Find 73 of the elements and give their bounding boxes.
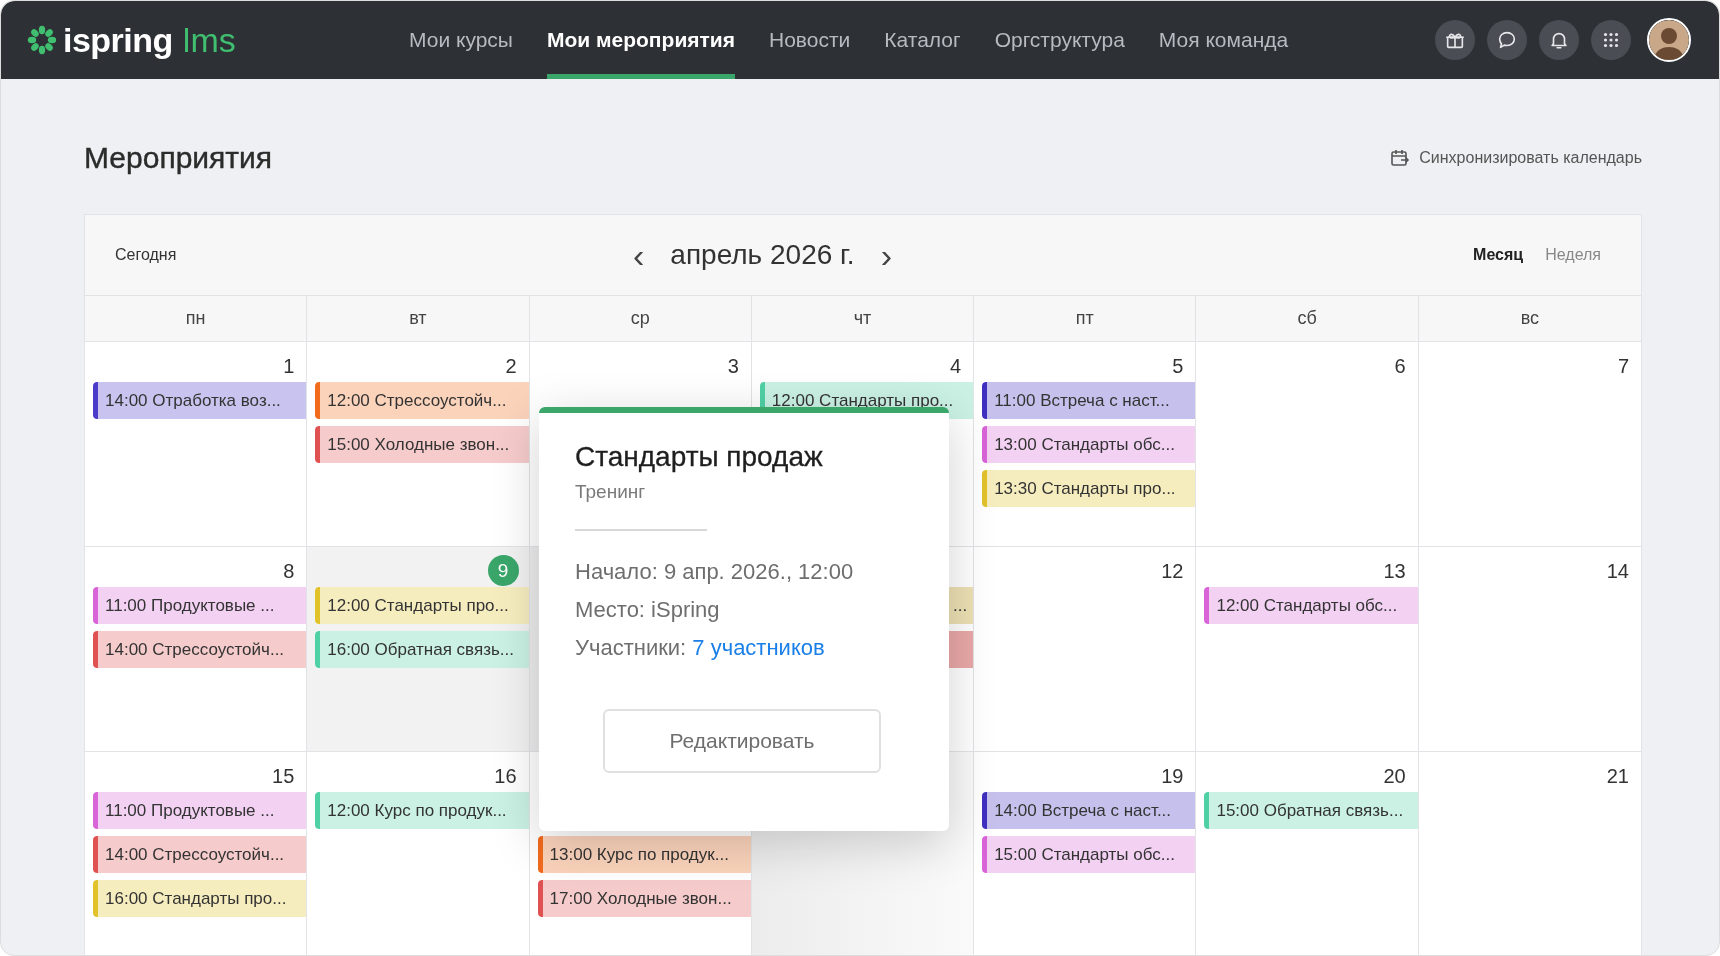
nav-link[interactable]: Мои курсы bbox=[409, 1, 513, 79]
event-chip[interactable]: 12:00 Стандарты про... bbox=[315, 587, 529, 624]
event-chip[interactable]: 15:00 Обратная связь... bbox=[1204, 792, 1418, 829]
month-title: апрель 2026 г. bbox=[670, 239, 855, 271]
event-chip[interactable]: 11:00 Продуктовые ... bbox=[93, 792, 307, 829]
event-chip[interactable]: 13:30 Стандарты про... bbox=[982, 470, 1196, 507]
event-chip[interactable]: 15:00 Холодные звон... bbox=[315, 426, 529, 463]
chat-icon[interactable] bbox=[1487, 20, 1527, 60]
edit-button[interactable]: Редактировать bbox=[603, 709, 881, 773]
weekday-header: пт bbox=[974, 296, 1197, 342]
day-number: 2 bbox=[505, 354, 517, 379]
event-chip[interactable]: 16:00 Обратная связь... bbox=[315, 631, 529, 668]
day-number: 16 bbox=[494, 764, 517, 789]
event-chip[interactable]: 12:00 Стрессоустойч... bbox=[315, 382, 529, 419]
day-number: 8 bbox=[283, 559, 295, 584]
event-chip[interactable]: 14:00 Стрессоустойч... bbox=[93, 836, 307, 873]
apps-icon[interactable] bbox=[1591, 20, 1631, 60]
day-number: 21 bbox=[1606, 764, 1629, 789]
nav-link[interactable]: Каталог bbox=[884, 1, 961, 79]
event-chip[interactable]: 14:00 Отработка воз... bbox=[93, 382, 307, 419]
day-number: 7 bbox=[1617, 354, 1629, 379]
event-chip[interactable]: 14:00 Стрессоустойч... bbox=[93, 631, 307, 668]
event-chip[interactable]: 12:00 Стандарты обс... bbox=[1204, 587, 1418, 624]
weekday-header: вт bbox=[307, 296, 530, 342]
weekday-header: ср bbox=[529, 296, 752, 342]
day-number: 15 bbox=[272, 764, 295, 789]
today-button[interactable]: Сегодня bbox=[115, 246, 625, 264]
day-number: 6 bbox=[1394, 354, 1406, 379]
today-date: 9 bbox=[487, 555, 519, 586]
nav-link[interactable]: Оргструктура bbox=[994, 1, 1125, 79]
detail-text: Участники: 7 участников bbox=[575, 635, 825, 660]
day-number: 12 bbox=[1161, 559, 1184, 584]
event-type: Тренинг bbox=[575, 481, 646, 502]
gift-icon[interactable] bbox=[1435, 20, 1475, 60]
event-chip[interactable]: 16:00 Стандарты про... bbox=[93, 880, 307, 917]
day-number: 3 bbox=[727, 354, 739, 379]
weekday-header: сб bbox=[1196, 296, 1419, 342]
event-chip[interactable]: 12:00 Курс по продук... bbox=[315, 792, 529, 829]
calendar-sync-icon bbox=[1390, 147, 1411, 168]
logo-product: lms bbox=[182, 20, 236, 60]
nav-link[interactable]: Новости bbox=[769, 1, 851, 79]
nav-link[interactable]: Моя команда bbox=[1158, 1, 1289, 79]
logo-icon bbox=[27, 25, 57, 55]
event-chip[interactable]: 13:00 Курс по продук... bbox=[537, 836, 751, 873]
popup-title: Стандарты продаж bbox=[575, 441, 824, 473]
day-number: 14 bbox=[1606, 559, 1629, 584]
weekday-header: вс bbox=[1418, 296, 1641, 342]
next-button[interactable]: › bbox=[872, 238, 900, 272]
event-chip[interactable]: 17:00 Холодные звон... bbox=[537, 880, 751, 917]
view-tab[interactable]: Месяц bbox=[1473, 246, 1524, 264]
day-number: 4 bbox=[950, 354, 962, 379]
weekday-header: чт bbox=[751, 296, 975, 342]
detail-text: Место: iSpring bbox=[575, 597, 720, 622]
logo-text: ispring bbox=[63, 20, 173, 60]
day-number: 19 bbox=[1161, 764, 1184, 789]
day-number: 5 bbox=[1172, 354, 1184, 379]
day-number: 20 bbox=[1383, 764, 1406, 789]
event-chip[interactable]: 13:00 Стандарты обс... bbox=[982, 426, 1196, 463]
day-number: 13 bbox=[1383, 559, 1406, 584]
page-title: Мероприятия bbox=[84, 140, 273, 175]
event-chip[interactable]: 11:00 Встреча с наст... bbox=[982, 382, 1196, 419]
sync-calendar-link[interactable]: Синхронизировать календарь bbox=[1390, 147, 1642, 168]
event-chip[interactable]: 15:00 Стандарты обс... bbox=[982, 836, 1196, 873]
nav-link[interactable]: Мои мероприятия bbox=[546, 1, 735, 79]
event-chip[interactable]: 11:00 Продуктовые ... bbox=[93, 587, 307, 624]
avatar[interactable] bbox=[1647, 18, 1691, 62]
participants-link[interactable]: 7 участников bbox=[692, 635, 825, 660]
weekday-header: пн bbox=[85, 296, 308, 342]
detail-text: Начало: 9 апр. 2026., 12:00 bbox=[575, 559, 854, 584]
event-chip[interactable]: 14:00 Встреча с наст... bbox=[982, 792, 1196, 829]
prev-button[interactable]: ‹ bbox=[625, 238, 653, 272]
day-number: 1 bbox=[283, 354, 295, 379]
bell-icon[interactable] bbox=[1539, 20, 1579, 60]
